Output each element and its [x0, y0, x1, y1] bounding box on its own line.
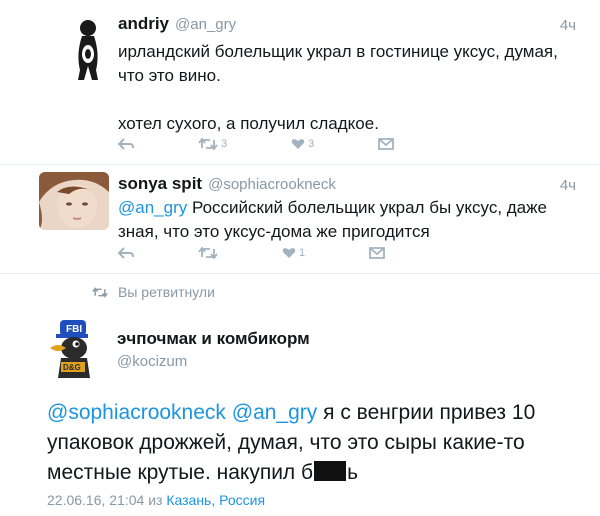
- retweet-button[interactable]: [198, 247, 218, 259]
- tweet-line-rest: Российский болельщик украл бы уксус, даж…: [187, 198, 547, 217]
- like-count: 3: [308, 138, 315, 150]
- avatar-photo-icon: [39, 172, 109, 230]
- retweet-count: 3: [221, 138, 228, 150]
- tweet-time[interactable]: 4ч: [560, 17, 576, 34]
- mention-link[interactable]: @an_gry: [118, 198, 187, 217]
- tweet-header: sonya spit @sophiacrookneck: [118, 174, 336, 194]
- tweet-line: @sophiacrookneck @an_gry я с венгрии при…: [47, 398, 577, 428]
- author-handle[interactable]: @sophiacrookneck: [208, 176, 336, 193]
- mention-link[interactable]: @an_gry: [232, 401, 318, 424]
- tweet-1[interactable]: andriy @an_gry 4ч ирландский болельщик ук…: [0, 0, 600, 165]
- tweet-line: что это вино.: [118, 66, 221, 85]
- retweet-icon: [198, 247, 218, 259]
- author-handle[interactable]: @an_gry: [175, 16, 236, 33]
- retweet-icon: [92, 286, 108, 298]
- tweet-date: 22.06.16, 21:04 из: [47, 492, 167, 508]
- tweet-line: упаковок дрожжей, думая, что это сыры ка…: [47, 431, 525, 454]
- reply-button[interactable]: [118, 247, 134, 259]
- tweet-actions: 1: [118, 247, 449, 259]
- tweet-line-rest: я с венгрии привез 10: [317, 401, 536, 424]
- retweeted-banner: Вы ретвитнули: [92, 284, 215, 300]
- message-button[interactable]: [378, 138, 395, 150]
- svg-text:FBI: FBI: [66, 324, 82, 335]
- tweet-2[interactable]: sonya spit @sophiacrookneck 4ч @an_gry Ро…: [0, 166, 600, 274]
- retweet-button[interactable]: 3: [198, 138, 227, 150]
- tweet-line: @an_gry Российский болельщик украл бы ук…: [118, 196, 578, 220]
- tweet-line-part: ь: [347, 461, 359, 484]
- censor-bar: [314, 461, 347, 481]
- mention-link[interactable]: @sophiacrookneck: [47, 401, 226, 424]
- retweet-icon: [198, 138, 218, 150]
- reply-icon: [118, 138, 134, 150]
- avatar[interactable]: [66, 14, 110, 84]
- tweet-time[interactable]: 4ч: [560, 177, 576, 194]
- like-count: 1: [299, 247, 306, 259]
- reply-button[interactable]: [118, 138, 134, 150]
- message-button[interactable]: [369, 247, 386, 259]
- author-handle[interactable]: @kocizum: [117, 353, 187, 370]
- tweet-line: хотел сухого, а получил сладкое.: [118, 114, 379, 133]
- avatar-bird-icon: FBI D&G: [50, 320, 90, 378]
- tweet-line-part: местные крутые. накупил б: [47, 461, 314, 484]
- tweet-actions: 3 3: [118, 138, 458, 150]
- author-name[interactable]: эчпочмак и комбикорм: [117, 329, 310, 349]
- like-button[interactable]: 1: [282, 247, 305, 259]
- location-link[interactable]: Казань, Россия: [166, 492, 265, 508]
- avatar-figure-icon: [78, 20, 98, 80]
- message-icon: [378, 138, 395, 150]
- avatar[interactable]: [39, 172, 109, 230]
- like-icon: [291, 139, 305, 149]
- tweet-line: зная, что это уксус-дома же пригодится: [118, 222, 430, 241]
- author-name[interactable]: andriy: [118, 14, 169, 33]
- tweet-text: @sophiacrookneck @an_gry я с венгрии при…: [47, 398, 577, 488]
- message-icon: [369, 247, 386, 259]
- like-icon: [282, 248, 296, 258]
- tweet-line: местные крутые. накупил б ь: [47, 458, 577, 488]
- tweet-text: ирландский болельщик украл в гостинице у…: [118, 40, 578, 136]
- tweet-line: ирландский болельщик украл в гостинице у…: [118, 42, 558, 61]
- tweet-meta: 22.06.16, 21:04 из Казань, Россия: [47, 492, 265, 508]
- svg-text:D&G: D&G: [63, 363, 81, 372]
- reply-icon: [118, 247, 134, 259]
- like-button[interactable]: 3: [291, 138, 314, 150]
- avatar[interactable]: FBI D&G: [46, 318, 106, 378]
- tweet-header: andriy @an_gry: [118, 14, 236, 34]
- retweeted-label: Вы ретвитнули: [118, 284, 215, 300]
- tweet-text: @an_gry Российский болельщик украл бы ук…: [118, 196, 578, 244]
- author-name[interactable]: sonya spit: [118, 174, 202, 193]
